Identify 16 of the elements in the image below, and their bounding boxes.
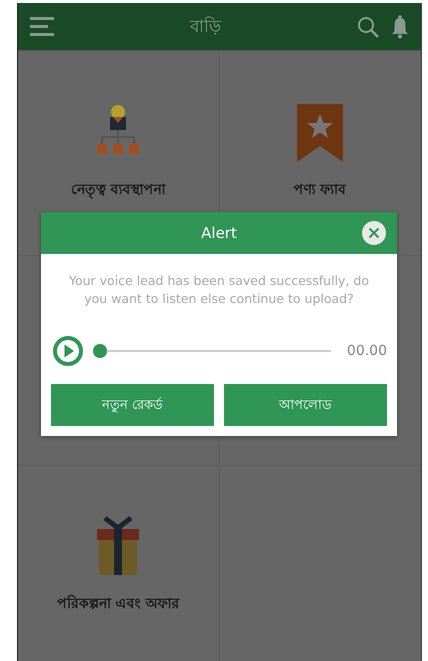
- tile-label: নেতৃত্ব ব্যবস্থাপনা: [70, 181, 166, 201]
- new-record-button[interactable]: নতুন রেকর্ড: [51, 384, 214, 426]
- bookmark-star-icon: [296, 104, 343, 162]
- search-icon[interactable]: [357, 16, 379, 38]
- bell-icon[interactable]: [391, 14, 409, 38]
- play-icon[interactable]: [53, 336, 83, 366]
- menu-icon[interactable]: [30, 16, 54, 38]
- upload-button[interactable]: আপলোড: [224, 384, 387, 426]
- slider-thumb[interactable]: [93, 344, 107, 358]
- tile-label: পরিকল্পনা এবং অফার: [56, 594, 180, 614]
- alert-message: Your voice lead has been saved successfully, do you want to listen else continue to upload?: [68, 272, 370, 308]
- close-icon[interactable]: [361, 220, 387, 246]
- audio-time: 00.00: [346, 343, 387, 359]
- tile-label: পণ্য ফ্যাব: [293, 181, 346, 200]
- screen-title: বাড়ি: [190, 16, 221, 38]
- gift-icon: [95, 516, 142, 576]
